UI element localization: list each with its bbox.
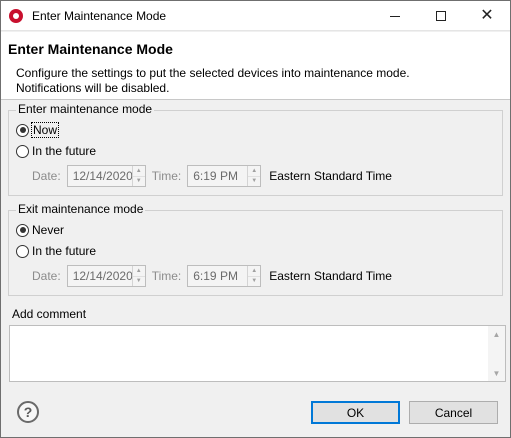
spin-down-icon[interactable]: ▼ [248, 275, 261, 287]
exit-maintenance-group: Exit maintenance mode Never In the futur… [8, 202, 503, 296]
exit-date-label: Date: [32, 269, 61, 283]
enter-group-label: Enter maintenance mode [16, 102, 155, 116]
spin-up-icon[interactable]: ▲ [133, 266, 145, 276]
spin-up-icon[interactable]: ▲ [133, 166, 145, 176]
exit-never-radio[interactable] [16, 223, 29, 237]
enter-future-option[interactable]: In the future [16, 143, 96, 159]
exit-time-picker[interactable]: 6:19 PM ▲ ▼ [187, 265, 262, 287]
exit-date-value: 12/14/2020 [72, 269, 133, 283]
exit-timezone: Eastern Standard Time [269, 269, 392, 283]
window-title: Enter Maintenance Mode [32, 9, 167, 23]
scroll-down-icon[interactable]: ▼ [488, 365, 505, 381]
enter-now-option[interactable]: Now [16, 122, 60, 138]
enter-time-label: Time: [151, 169, 182, 183]
maximize-button[interactable] [418, 1, 464, 31]
exit-time-value: 6:19 PM [193, 269, 238, 283]
enter-now-radio[interactable] [16, 123, 29, 137]
enter-date-label: Date: [32, 169, 61, 183]
enter-future-label[interactable]: In the future [32, 144, 96, 158]
exit-future-radio[interactable] [16, 244, 29, 258]
spin-down-icon[interactable]: ▼ [248, 175, 261, 187]
enter-time-value: 6:19 PM [193, 169, 238, 183]
exit-time-label: Time: [151, 269, 182, 283]
exit-time-spinner[interactable]: ▲ ▼ [247, 266, 261, 287]
minimize-icon [390, 15, 400, 17]
enter-date-picker[interactable]: 12/14/2020 ▲ ▼ [66, 165, 146, 187]
close-button[interactable]: ✕ [464, 1, 510, 31]
maximize-icon [436, 11, 446, 21]
ok-button[interactable]: OK [311, 401, 400, 424]
description-line-1: Configure the settings to put the select… [16, 66, 410, 80]
enter-time-picker[interactable]: 6:19 PM ▲ ▼ [187, 165, 262, 187]
enter-date-value: 12/14/2020 [72, 169, 133, 183]
exit-date-spinner[interactable]: ▲ ▼ [131, 266, 145, 287]
enter-time-spinner[interactable]: ▲ ▼ [247, 166, 261, 187]
minimize-button[interactable] [372, 1, 418, 31]
enter-timezone: Eastern Standard Time [269, 169, 392, 183]
scroll-up-icon[interactable]: ▲ [488, 326, 505, 342]
spin-down-icon[interactable]: ▼ [132, 175, 145, 187]
app-logo-icon [9, 9, 23, 23]
enter-future-radio[interactable] [16, 144, 29, 158]
exit-future-label[interactable]: In the future [32, 244, 96, 258]
spin-down-icon[interactable]: ▼ [132, 275, 145, 287]
exit-date-picker[interactable]: 12/14/2020 ▲ ▼ [66, 265, 146, 287]
enter-datetime-row: Date: 12/14/2020 ▲ ▼ Time: 6:19 PM ▲ ▼ E… [32, 164, 392, 188]
enter-maintenance-group: Enter maintenance mode Now In the future… [8, 102, 503, 196]
exit-never-option[interactable]: Never [16, 222, 64, 238]
help-icon[interactable]: ? [17, 401, 39, 423]
enter-now-label[interactable]: Now [30, 122, 60, 138]
exit-group-label: Exit maintenance mode [16, 202, 146, 216]
maintenance-dialog: Enter Maintenance Mode ✕ Enter Maintenan… [0, 0, 511, 438]
close-icon: ✕ [480, 7, 494, 24]
exit-never-label[interactable]: Never [32, 223, 64, 237]
spin-up-icon[interactable]: ▲ [248, 166, 260, 176]
comment-textarea[interactable]: ▲ ▼ [9, 325, 506, 382]
spin-up-icon[interactable]: ▲ [248, 266, 260, 276]
dialog-header: Enter Maintenance Mode Configure the set… [1, 32, 510, 100]
description-line-2: Notifications will be disabled. [16, 81, 170, 95]
page-title: Enter Maintenance Mode [8, 41, 173, 57]
enter-date-spinner[interactable]: ▲ ▼ [131, 166, 145, 187]
dialog-description: Configure the settings to put the select… [16, 66, 496, 96]
exit-future-option[interactable]: In the future [16, 243, 96, 259]
comment-label: Add comment [12, 307, 87, 321]
comment-scrollbar[interactable]: ▲ ▼ [488, 326, 505, 381]
title-bar[interactable]: Enter Maintenance Mode ✕ [1, 1, 510, 31]
exit-datetime-row: Date: 12/14/2020 ▲ ▼ Time: 6:19 PM ▲ ▼ E… [32, 264, 392, 288]
cancel-button[interactable]: Cancel [409, 401, 498, 424]
